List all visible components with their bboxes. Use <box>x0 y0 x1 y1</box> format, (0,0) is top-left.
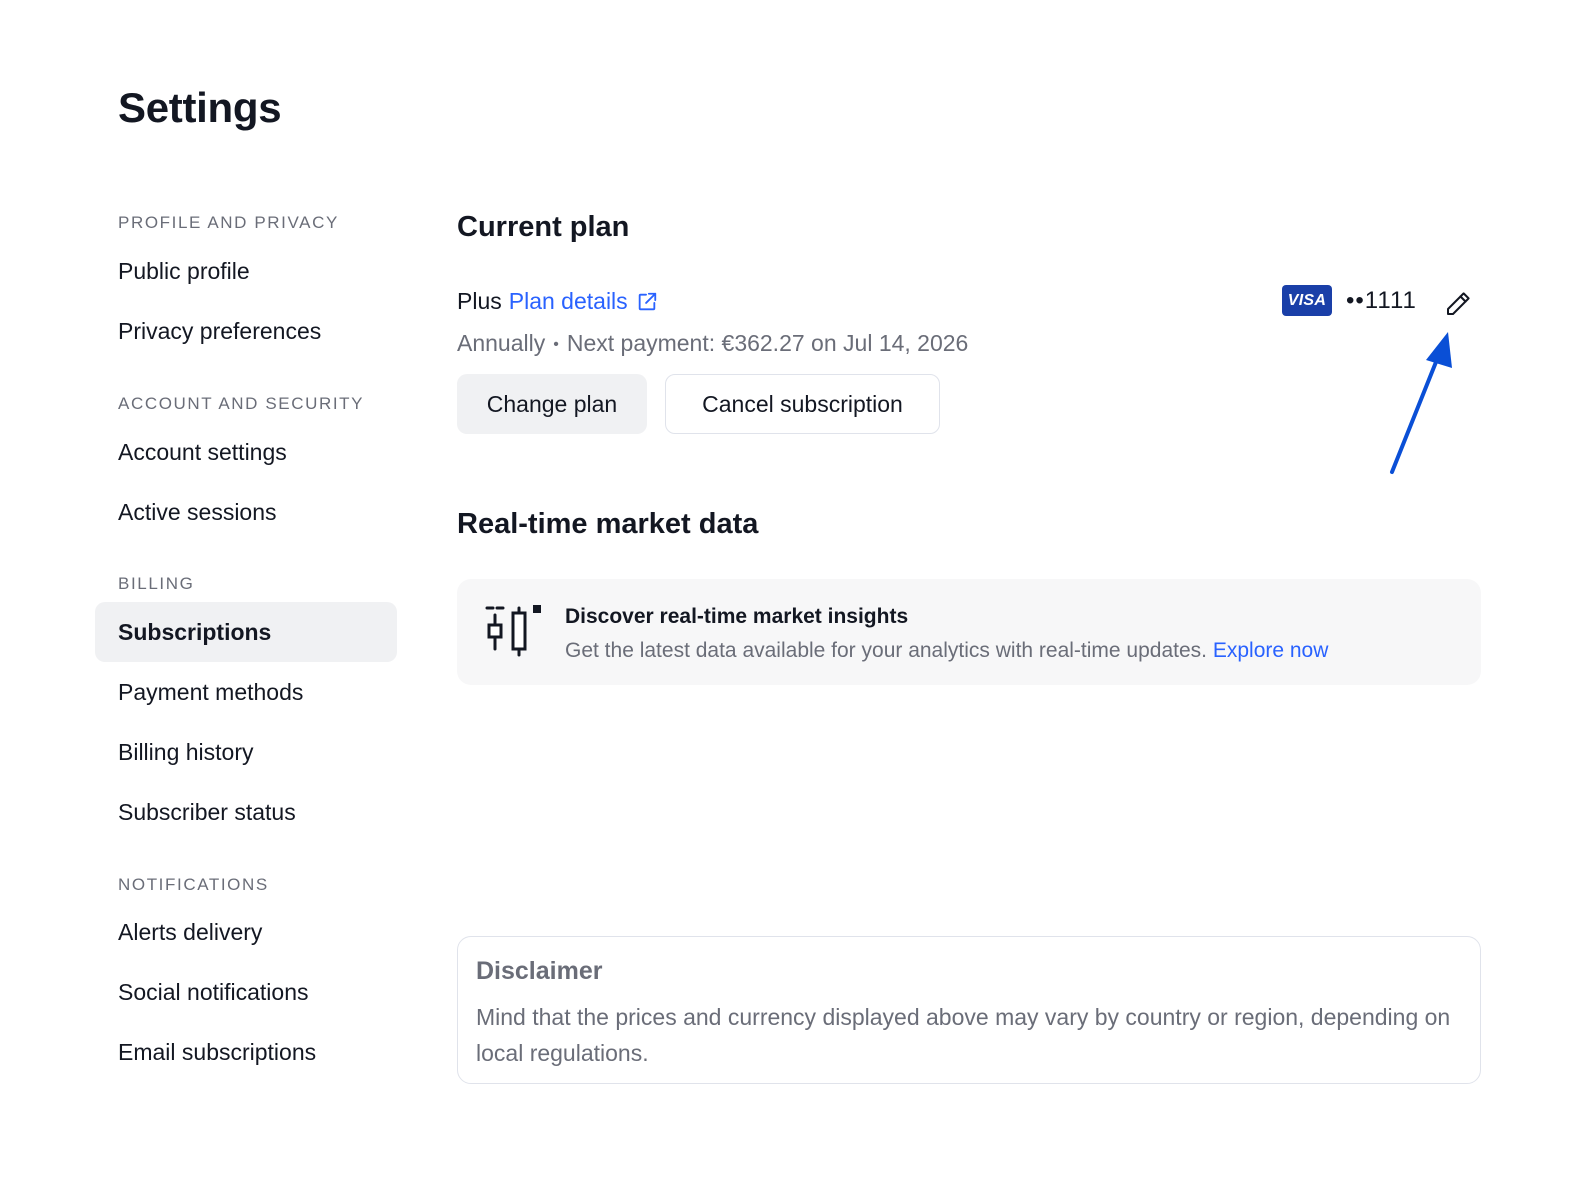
billing-period: Annually <box>457 330 546 356</box>
section-header-account-security: ACCOUNT AND SECURITY <box>118 394 365 413</box>
plan-details-link[interactable]: Plan details <box>509 288 658 315</box>
external-link-icon <box>638 292 656 310</box>
plan-billing-info: Annually • Next payment: €362.27 on Jul 14… <box>457 330 968 357</box>
promo-title: Discover real-time market insights <box>565 605 909 628</box>
change-plan-button[interactable]: Change plan <box>457 374 647 434</box>
plan-line: Plus Plan details <box>457 288 658 315</box>
settings-sidebar: PROFILE AND PRIVACY Public profile Priva… <box>0 0 420 1190</box>
sidebar-item-alerts-delivery[interactable]: Alerts delivery <box>118 919 262 946</box>
promo-description: Get the latest data available for your a… <box>565 639 1207 662</box>
sidebar-item-public-profile[interactable]: Public profile <box>118 258 250 285</box>
sidebar-item-billing-history[interactable]: Billing history <box>118 739 254 766</box>
sidebar-item-email-subscriptions[interactable]: Email subscriptions <box>118 1039 316 1066</box>
sidebar-item-active-sessions[interactable]: Active sessions <box>118 499 277 526</box>
plan-details-label: Plan details <box>508 288 628 314</box>
visa-card-icon: VISA <box>1282 285 1332 316</box>
pencil-edit-icon[interactable] <box>1443 289 1473 319</box>
candlestick-chart-icon <box>485 605 541 657</box>
current-plan-heading: Current plan <box>457 211 630 243</box>
annotation-arrow-icon <box>1390 332 1452 474</box>
section-header-billing: BILLING <box>118 574 195 593</box>
section-header-notifications: NOTIFICATIONS <box>118 875 269 894</box>
disclaimer-title: Disclaimer <box>476 957 603 985</box>
market-insights-promo: Discover real-time market insights Get t… <box>457 579 1481 685</box>
sidebar-item-payment-methods[interactable]: Payment methods <box>118 679 303 706</box>
payment-card-info: VISA ••1111 <box>1282 285 1417 316</box>
explore-now-link[interactable]: Explore now <box>1213 639 1329 662</box>
section-header-profile-privacy: PROFILE AND PRIVACY <box>118 213 339 232</box>
promo-text: Get the latest data available for your a… <box>565 639 1328 663</box>
disclaimer-box: Disclaimer Mind that the prices and curr… <box>457 936 1481 1084</box>
sidebar-item-subscriber-status[interactable]: Subscriber status <box>118 799 296 826</box>
sidebar-item-subscriptions[interactable]: Subscriptions <box>118 619 271 646</box>
cancel-subscription-button[interactable]: Cancel subscription <box>665 374 940 434</box>
sidebar-item-account-settings[interactable]: Account settings <box>118 439 287 466</box>
plan-name: Plus <box>457 288 502 314</box>
sidebar-item-social-notifications[interactable]: Social notifications <box>118 979 309 1006</box>
disclaimer-text: Mind that the prices and currency displa… <box>476 1004 1451 1066</box>
market-data-heading: Real-time market data <box>457 508 759 540</box>
sidebar-item-privacy-preferences[interactable]: Privacy preferences <box>118 318 321 345</box>
next-payment: Next payment: €362.27 on Jul 14, 2026 <box>566 330 969 356</box>
card-last-digits: ••1111 <box>1346 286 1417 314</box>
meta-separator: • <box>553 335 559 353</box>
